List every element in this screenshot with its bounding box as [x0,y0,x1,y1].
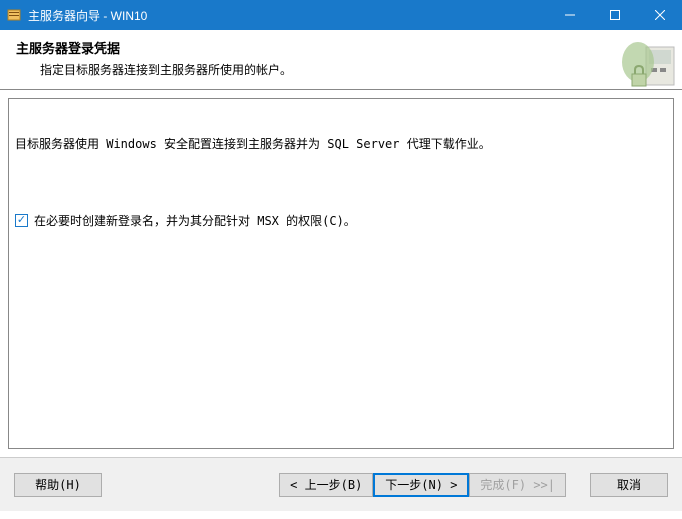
next-button-label: 下一步(N) > [385,476,457,493]
content-panel: 目标服务器使用 Windows 安全配置连接到主服务器并为 SQL Server… [8,98,674,449]
wizard-header: 主服务器登录凭据 指定目标服务器连接到主服务器所使用的帐户。 [0,30,682,90]
create-login-checkbox-label[interactable]: 在必要时创建新登录名，并为其分配针对 MSX 的权限(C)。 [34,212,356,229]
finish-button: 完成(F) >>| [469,473,566,497]
back-button[interactable]: < 上一步(B) [279,473,373,497]
app-icon [6,7,22,23]
titlebar: 主服务器向导 - WIN10 [0,0,682,30]
checkmark-icon: ✓ [17,215,26,226]
button-bar: 帮助(H) < 上一步(B) 下一步(N) > 完成(F) >>| 取消 [0,457,682,511]
next-button[interactable]: 下一步(N) > [373,473,469,497]
nav-button-group: < 上一步(B) 下一步(N) > 完成(F) >>| [279,473,566,497]
window-controls [547,0,682,30]
create-login-checkbox[interactable]: ✓ [15,214,28,227]
create-login-checkbox-row: ✓ 在必要时创建新登录名，并为其分配针对 MSX 的权限(C)。 [15,212,667,229]
window-title: 主服务器向导 - WIN10 [28,7,547,24]
help-button[interactable]: 帮助(H) [14,473,102,497]
content-area: 目标服务器使用 Windows 安全配置连接到主服务器并为 SQL Server… [0,90,682,457]
page-subtitle: 指定目标服务器连接到主服务器所使用的帐户。 [40,61,682,78]
cancel-button[interactable]: 取消 [590,473,668,497]
header-graphic [618,32,678,88]
page-title: 主服务器登录凭据 [16,38,682,57]
maximize-button[interactable] [592,0,637,30]
close-button[interactable] [637,0,682,30]
description-text: 目标服务器使用 Windows 安全配置连接到主服务器并为 SQL Server… [15,135,667,152]
minimize-button[interactable] [547,0,592,30]
